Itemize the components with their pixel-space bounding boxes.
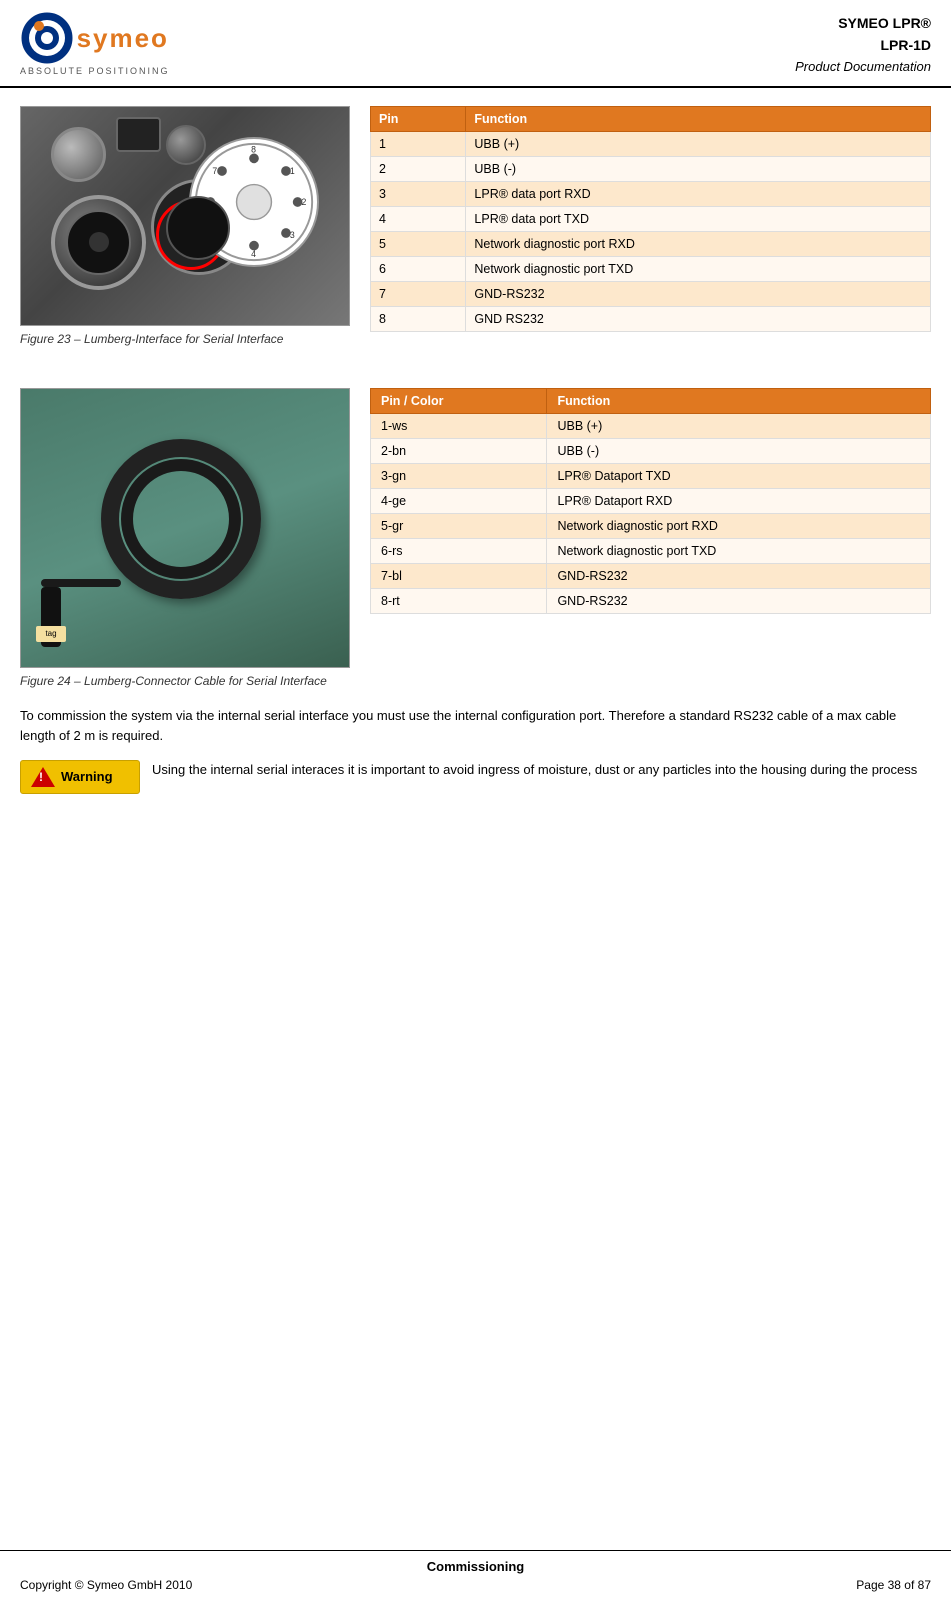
table1-col: Pin Function 1UBB (+)2UBB (-)3LPR® data … bbox=[370, 106, 931, 332]
logo-sub: ABSOLUTE POSITIONING bbox=[20, 66, 170, 76]
table2-pin-3: 3-gn bbox=[371, 463, 547, 488]
model: LPR-1D bbox=[795, 34, 931, 56]
table1-func-7: GND-RS232 bbox=[466, 281, 931, 306]
table2-func-8: GND-RS232 bbox=[547, 588, 931, 613]
connector-photo: 8 1 2 3 4 5 6 7 bbox=[21, 107, 349, 325]
table2-pin-4: 4-ge bbox=[371, 488, 547, 513]
table1-pin-8: 8 bbox=[371, 306, 466, 331]
table2-header-function: Function bbox=[547, 388, 931, 413]
cable-photo: tag bbox=[21, 389, 349, 667]
table1-pin-4: 4 bbox=[371, 206, 466, 231]
table1-header-function: Function bbox=[466, 106, 931, 131]
commission-text: To commission the system via the interna… bbox=[20, 706, 931, 746]
table1-pin-6: 6 bbox=[371, 256, 466, 281]
table1-func-6: Network diagnostic port TXD bbox=[466, 256, 931, 281]
warning-badge: Warning bbox=[20, 760, 140, 794]
footer-bottom: Copyright © Symeo GmbH 2010 Page 38 of 8… bbox=[20, 1578, 931, 1592]
logo-icon bbox=[21, 12, 73, 64]
table1-func-4: LPR® data port TXD bbox=[466, 206, 931, 231]
svg-text:1: 1 bbox=[290, 165, 295, 175]
footer-section: Commissioning bbox=[20, 1559, 931, 1574]
svg-text:5: 5 bbox=[212, 229, 217, 239]
main-content: 8 1 2 3 4 5 6 7 Figure 23 – Lumberg-Inte… bbox=[0, 88, 951, 794]
page-header: symeo ABSOLUTE POSITIONING SYMEO LPR® LP… bbox=[0, 0, 951, 88]
table1-func-1: UBB (+) bbox=[466, 131, 931, 156]
svg-text:6: 6 bbox=[197, 196, 202, 206]
figure2-image-col: tag Figure 24 – Lumberg-Connector Cable … bbox=[20, 388, 350, 688]
table2-func-6: Network diagnostic port TXD bbox=[547, 538, 931, 563]
table1-pin-2: 2 bbox=[371, 156, 466, 181]
table2-func-7: GND-RS232 bbox=[547, 563, 931, 588]
doc-type: Product Documentation bbox=[795, 57, 931, 78]
svg-text:4: 4 bbox=[251, 249, 256, 259]
warning-label: Warning bbox=[61, 769, 113, 784]
warning-text: Using the internal serial interaces it i… bbox=[152, 760, 917, 780]
pin-table-2: Pin / Color Function 1-wsUBB (+)2-bnUBB … bbox=[370, 388, 931, 614]
pin-table-1: Pin Function 1UBB (+)2UBB (-)3LPR® data … bbox=[370, 106, 931, 332]
figure1-image-col: 8 1 2 3 4 5 6 7 Figure 23 – Lumberg-Inte… bbox=[20, 106, 350, 346]
logo-text: symeo bbox=[77, 23, 169, 54]
svg-text:2: 2 bbox=[301, 196, 306, 206]
table1-func-2: UBB (-) bbox=[466, 156, 931, 181]
header-title: SYMEO LPR® LPR-1D Product Documentation bbox=[795, 12, 931, 78]
table2-func-5: Network diagnostic port RXD bbox=[547, 513, 931, 538]
table2-pin-8: 8-rt bbox=[371, 588, 547, 613]
warning-triangle-icon bbox=[31, 767, 55, 787]
logo-area: symeo ABSOLUTE POSITIONING bbox=[20, 12, 170, 76]
table1-pin-3: 3 bbox=[371, 181, 466, 206]
product-line: SYMEO LPR® bbox=[795, 12, 931, 34]
warning-box: Warning Using the internal serial intera… bbox=[20, 760, 931, 794]
table1-pin-1: 1 bbox=[371, 131, 466, 156]
figure2-caption: Figure 24 – Lumberg-Connector Cable for … bbox=[20, 674, 350, 688]
page-footer: Commissioning Copyright © Symeo GmbH 201… bbox=[0, 1550, 951, 1598]
figure1-image: 8 1 2 3 4 5 6 7 bbox=[20, 106, 350, 326]
svg-text:8: 8 bbox=[251, 144, 256, 154]
table2-pin-6: 6-rs bbox=[371, 538, 547, 563]
copyright: Copyright © Symeo GmbH 2010 bbox=[20, 1578, 192, 1592]
table2-func-2: UBB (-) bbox=[547, 438, 931, 463]
svg-text:3: 3 bbox=[290, 229, 295, 239]
table2-pin-5: 5-gr bbox=[371, 513, 547, 538]
table1-header-pin: Pin bbox=[371, 106, 466, 131]
figure2-image: tag bbox=[20, 388, 350, 668]
table1-pin-5: 5 bbox=[371, 231, 466, 256]
table1-func-3: LPR® data port RXD bbox=[466, 181, 931, 206]
table1-pin-7: 7 bbox=[371, 281, 466, 306]
table2-pin-2: 2-bn bbox=[371, 438, 547, 463]
figure1-caption: Figure 23 – Lumberg-Interface for Serial… bbox=[20, 332, 350, 346]
section-1: 8 1 2 3 4 5 6 7 Figure 23 – Lumberg-Inte… bbox=[20, 106, 931, 346]
table1-func-8: GND RS232 bbox=[466, 306, 931, 331]
section-gap-1 bbox=[20, 356, 931, 388]
table2-pin-1: 1-ws bbox=[371, 413, 547, 438]
page-number: Page 38 of 87 bbox=[856, 1578, 931, 1592]
table2-func-3: LPR® Dataport TXD bbox=[547, 463, 931, 488]
table2-header-pin: Pin / Color bbox=[371, 388, 547, 413]
section-2: tag Figure 24 – Lumberg-Connector Cable … bbox=[20, 388, 931, 688]
connector-diagram: 8 1 2 3 4 5 6 7 bbox=[189, 137, 319, 267]
table2-func-4: LPR® Dataport RXD bbox=[547, 488, 931, 513]
table2-func-1: UBB (+) bbox=[547, 413, 931, 438]
table2-col: Pin / Color Function 1-wsUBB (+)2-bnUBB … bbox=[370, 388, 931, 614]
table1-func-5: Network diagnostic port RXD bbox=[466, 231, 931, 256]
table2-pin-7: 7-bl bbox=[371, 563, 547, 588]
svg-text:7: 7 bbox=[212, 165, 217, 175]
